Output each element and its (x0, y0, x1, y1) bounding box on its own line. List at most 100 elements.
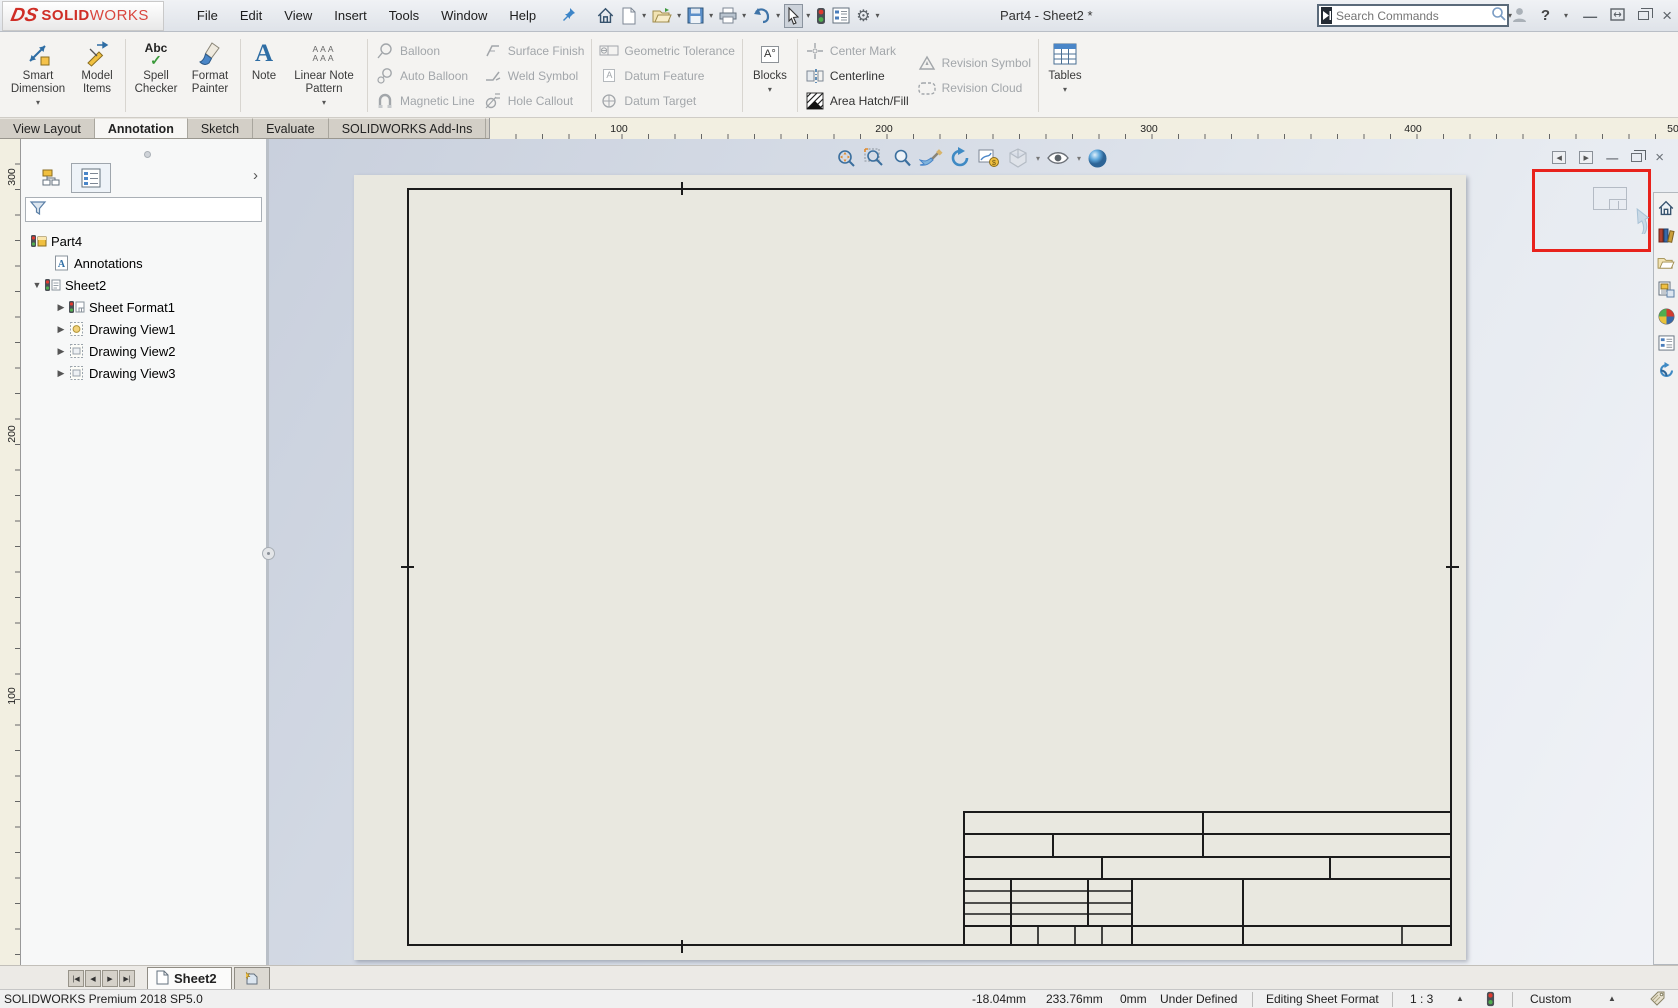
menu-insert[interactable]: Insert (323, 0, 378, 31)
new-dropdown-icon[interactable]: ▾ (642, 11, 646, 20)
resources-home-icon[interactable] (1656, 198, 1676, 218)
help-dropdown-icon[interactable]: ▾ (1564, 11, 1568, 20)
tags-icon[interactable] (1650, 991, 1666, 1008)
pin-icon[interactable] (561, 7, 576, 25)
tree-filter-box[interactable] (25, 197, 262, 222)
sheet2-tab[interactable]: Sheet2 (147, 967, 232, 989)
doc-minimize-icon[interactable]: — (1606, 151, 1618, 165)
linear-note-dropdown-icon[interactable]: ▾ (322, 98, 326, 107)
open-dropdown-icon[interactable]: ▾ (677, 11, 681, 20)
save-dropdown-icon[interactable]: ▾ (709, 11, 713, 20)
zoom-icon[interactable] (891, 147, 913, 169)
expand-arrow-icon[interactable]: ▶ (55, 302, 67, 313)
custom-properties-icon[interactable] (1656, 333, 1676, 353)
tree-item-annotations[interactable]: A Annotations (21, 252, 266, 274)
datum-target-button[interactable]: Datum Target (599, 90, 735, 112)
view-cube-dropdown-icon[interactable]: ▾ (1036, 154, 1040, 163)
menu-window[interactable]: Window (430, 0, 498, 31)
sheet-scale-value[interactable]: 1 : 3 (1410, 992, 1433, 1006)
select-dropdown-icon[interactable]: ▾ (806, 11, 810, 20)
smart-dimension-dropdown-icon[interactable]: ▾ (36, 98, 40, 107)
previous-view-icon[interactable] (919, 148, 943, 168)
tab-evaluate[interactable]: Evaluate (253, 118, 329, 138)
surface-finish-button[interactable]: Surface Finish (483, 40, 585, 62)
tab-annotation[interactable]: Annotation (95, 118, 188, 138)
format-painter-button[interactable]: Format Painter (183, 35, 237, 116)
expand-arrow-icon[interactable]: ▶ (55, 346, 67, 357)
scale-dropdown-icon[interactable]: ▲ (1456, 994, 1464, 1003)
next-document-icon[interactable]: ▶ (1579, 151, 1593, 164)
filter-input[interactable] (51, 200, 261, 220)
magnetic-line-button[interactable]: Magnetic Line (375, 90, 475, 112)
tree-item-drawing-view3[interactable]: ▶ Drawing View3 (21, 362, 266, 384)
forum-sync-icon[interactable] (1656, 360, 1676, 380)
properties-button[interactable] (830, 4, 852, 27)
appearances-ball-icon[interactable] (1656, 306, 1676, 326)
blocks-dropdown-icon[interactable]: ▾ (768, 85, 772, 94)
tree-item-drawing-view2[interactable]: ▶ Drawing View2 (21, 340, 266, 362)
zoom-to-fit-icon[interactable] (835, 147, 857, 169)
scene-sphere-icon[interactable] (1087, 148, 1108, 169)
blocks-button[interactable]: A° Blocks ▾ (746, 35, 794, 116)
design-library-icon[interactable] (1656, 225, 1676, 245)
last-sheet-icon[interactable]: ▶| (119, 970, 135, 987)
tab-sketch[interactable]: Sketch (188, 118, 253, 138)
search-input[interactable] (1336, 9, 1491, 23)
menu-edit[interactable]: Edit (229, 0, 273, 31)
drawing-sheet[interactable] (354, 175, 1466, 960)
home-button[interactable] (594, 4, 617, 28)
user-icon[interactable] (1511, 6, 1528, 26)
smart-dimension-button[interactable]: Smart Dimension ▾ (4, 35, 72, 116)
doc-close-icon[interactable]: × (1655, 149, 1664, 166)
balloon-button[interactable]: Balloon (375, 40, 475, 62)
revision-symbol-button[interactable]: Revision Symbol (917, 52, 1031, 74)
doc-restore-icon[interactable] (1631, 153, 1642, 162)
undo-dropdown-icon[interactable]: ▾ (776, 11, 780, 20)
print-button[interactable] (717, 4, 739, 27)
hole-callout-button[interactable]: Hole Callout (483, 90, 585, 112)
collapse-arrow-icon[interactable]: ▼ (31, 280, 43, 290)
spell-checker-button[interactable]: Abc✓ Spell Checker (129, 35, 183, 116)
auto-balloon-button[interactable]: Auto Balloon (375, 65, 475, 87)
units-value[interactable]: Custom (1530, 992, 1571, 1006)
previous-sheet-icon[interactable]: ◀ (85, 970, 101, 987)
feature-tree-tab[interactable] (31, 163, 71, 193)
menu-help[interactable]: Help (498, 0, 547, 31)
expand-arrow-icon[interactable]: ▶ (55, 368, 67, 379)
close-icon[interactable]: × (1662, 6, 1672, 26)
rebuild-button[interactable] (814, 4, 828, 28)
units-dropdown-icon[interactable]: ▲ (1608, 994, 1616, 1003)
model-items-button[interactable]: Model Items (72, 35, 122, 116)
tab-view-layout[interactable]: View Layout (0, 118, 95, 138)
display-eye-icon[interactable] (1046, 149, 1070, 167)
tree-item-part4[interactable]: Part4 (21, 230, 266, 252)
first-sheet-icon[interactable]: |◀ (68, 970, 84, 987)
tree-item-sheet2[interactable]: ▼ Sheet2 (21, 274, 266, 296)
print-dropdown-icon[interactable]: ▾ (742, 11, 746, 20)
tables-dropdown-icon[interactable]: ▾ (1063, 85, 1067, 94)
magnifier-icon[interactable] (1491, 6, 1507, 25)
tab-solidworks-add-ins[interactable]: SOLIDWORKS Add-Ins (329, 118, 487, 138)
menu-view[interactable]: View (273, 0, 323, 31)
help-button[interactable]: ? (1541, 7, 1550, 24)
open-button[interactable] (650, 4, 674, 27)
restore-icon[interactable] (1638, 11, 1649, 20)
view-palette-icon[interactable] (1656, 279, 1676, 299)
area-hatch-button[interactable]: Area Hatch/Fill (805, 90, 909, 112)
options-gear-button[interactable]: ⚙ (854, 3, 872, 29)
previous-document-icon[interactable]: ◀ (1552, 151, 1566, 164)
graphics-area[interactable]: $ ▾ ▾ ◀ ▶ — × (269, 139, 1678, 965)
weld-symbol-button[interactable]: Weld Symbol (483, 65, 585, 87)
save-button[interactable] (685, 4, 706, 27)
sheet-properties-icon[interactable]: $ (977, 148, 1001, 168)
note-button[interactable]: A Note (244, 35, 284, 116)
tables-button[interactable]: Tables ▾ (1042, 35, 1088, 116)
menu-tools[interactable]: Tools (378, 0, 430, 31)
next-sheet-icon[interactable]: ▶ (102, 970, 118, 987)
menu-file[interactable]: File (186, 0, 229, 31)
display-pane-tab[interactable] (71, 163, 111, 193)
panel-expand-chevron[interactable]: › (253, 167, 258, 184)
panel-splitter-handle[interactable] (144, 151, 151, 158)
select-tool-button[interactable] (784, 4, 803, 28)
expand-arrow-icon[interactable]: ▶ (55, 324, 67, 335)
